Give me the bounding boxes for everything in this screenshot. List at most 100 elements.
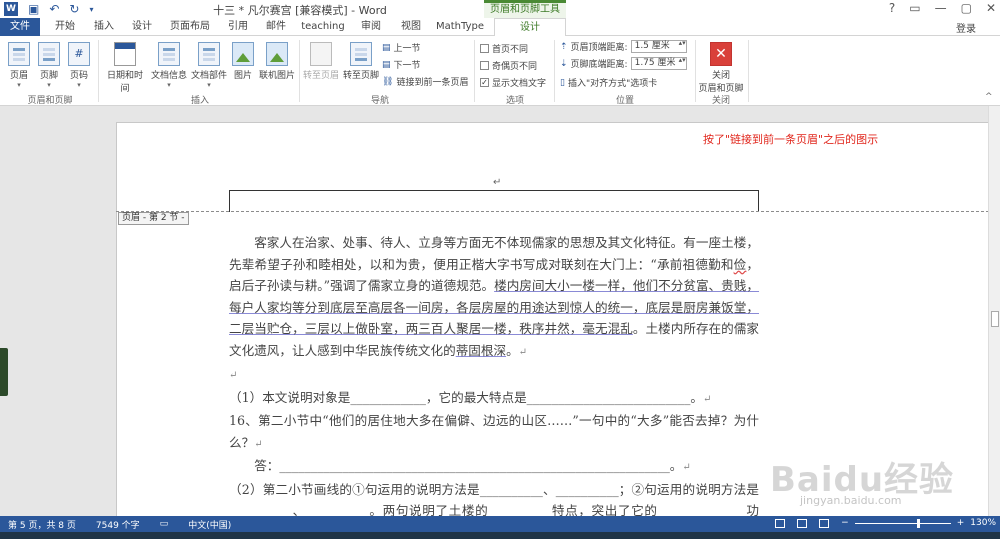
tab-mathtype[interactable]: MathType	[434, 18, 486, 36]
header-paragraph-mark: ↵	[493, 177, 502, 188]
vertical-scrollbar[interactable]	[988, 106, 1000, 516]
close-icon: ✕	[710, 42, 732, 66]
document-info-icon	[158, 42, 180, 66]
goto-footer-icon	[350, 42, 372, 66]
header-button[interactable]: 页眉 ▾	[6, 42, 32, 89]
word-count[interactable]: 7549 个字	[96, 518, 140, 531]
tab-references[interactable]: 引用	[222, 18, 254, 36]
tab-view[interactable]: 视图	[394, 18, 428, 36]
group-label-close: 关闭	[711, 96, 730, 106]
previous-section-button[interactable]: ▤ 上一节	[382, 41, 421, 55]
header-section-tag: 页眉 - 第 2 节 -	[118, 212, 189, 225]
document-body[interactable]: 客家人在治家、处事、待人、立身等方面无不体现儒家的思想及其文化特征。有一座土楼，…	[229, 232, 759, 539]
document-parts-icon	[198, 42, 220, 66]
chevron-down-icon: ▾	[17, 81, 21, 89]
zoom-slider[interactable]	[854, 518, 951, 528]
context-tab-group-title: 页眉和页脚工具	[484, 0, 566, 18]
goto-footer-button[interactable]: 转至页脚	[342, 42, 380, 81]
paragraph: 客家人在治家、处事、待人、立身等方面无不体现儒家的思想及其文化特征。有一座土楼，…	[229, 235, 760, 358]
login-link[interactable]: 登录	[956, 20, 976, 35]
next-section-button[interactable]: ▤ 下一节	[382, 58, 421, 72]
web-layout-icon[interactable]	[819, 518, 830, 528]
page-count[interactable]: 第 5 页，共 8 页	[8, 518, 76, 531]
group-separator	[98, 40, 99, 102]
collapse-ribbon-icon[interactable]: ^	[985, 92, 993, 102]
footer-icon	[38, 42, 60, 66]
date-time-button[interactable]: 日期和时间	[103, 42, 147, 94]
title-bar: W ▣ ↶ ↻ ▾ 十三 * 凡尔赛宫 [兼容模式] - Word 页眉和页脚工…	[0, 0, 1000, 18]
different-odd-even-checkbox[interactable]: 奇偶页不同	[480, 59, 537, 72]
footer-distance-icon: ⇣	[560, 58, 568, 69]
next-section-icon: ▤	[382, 59, 391, 70]
ribbon-display-icon[interactable]: ▭	[909, 1, 920, 15]
header-distance-icon: ⇡	[560, 41, 568, 52]
footer-button[interactable]: 页脚 ▾	[36, 42, 62, 89]
footer-bottom-distance-input[interactable]: 1.75 厘米	[630, 57, 687, 70]
show-document-text-checkbox[interactable]: ✓ 显示文档文字	[480, 76, 546, 89]
question-1: （1）本文说明对象是____________，它的最大特点是__________…	[229, 389, 712, 405]
language-indicator[interactable]: 中文(中国)	[188, 518, 231, 531]
proofing-icon[interactable]: ▭	[160, 519, 169, 529]
previous-section-icon: ▤	[382, 42, 391, 53]
help-icon[interactable]: ?	[889, 1, 895, 15]
insert-alignment-tab-button[interactable]: ▯ 插入"对齐方式"选项卡	[560, 76, 657, 90]
online-picture-button[interactable]: 联机图片	[258, 42, 296, 81]
annotation-text: 按了"链接到前一条页眉"之后的图示	[703, 133, 879, 146]
ribbon-tabs: 文件 开始 插入 设计 页面布局 引用 邮件 teaching 审阅 视图 Ma…	[0, 18, 1000, 37]
page-number-icon: #	[68, 42, 90, 66]
minimize-icon[interactable]: —	[935, 1, 947, 15]
tab-design[interactable]: 设计	[126, 18, 158, 36]
group-label-position: 位置	[615, 96, 634, 106]
zoom-in-icon[interactable]: +	[957, 518, 965, 528]
tab-insert[interactable]: 插入	[88, 18, 120, 36]
tab-header-footer-design[interactable]: 设计	[494, 18, 566, 37]
tab-review[interactable]: 审阅	[354, 18, 388, 36]
group-separator	[695, 40, 696, 102]
zoom-out-icon[interactable]: −	[841, 518, 849, 528]
goto-header-button[interactable]: 转至页眉	[302, 42, 340, 81]
tab-file[interactable]: 文件	[0, 18, 40, 36]
picture-icon	[232, 42, 254, 66]
link-to-previous-button[interactable]: ⛓ 链接到前一条页眉	[382, 75, 468, 89]
chevron-down-icon: ▾	[167, 81, 171, 89]
doc-parts-button[interactable]: 文档部件 ▾	[190, 42, 228, 89]
chevron-down-icon: ▾	[47, 81, 51, 89]
side-panel-handle[interactable]	[0, 348, 8, 396]
status-bar: 第 5 页，共 8 页 7549 个字 ▭ 中文(中国) − + 130%	[0, 516, 1000, 532]
page-number-button[interactable]: # 页码 ▾	[66, 42, 92, 89]
calendar-icon	[114, 42, 136, 66]
zoom-controls: − + 130%	[775, 518, 996, 528]
close-header-footer-button[interactable]: ✕ 关闭 页眉和页脚	[698, 42, 744, 94]
header-icon	[8, 42, 30, 66]
chevron-down-icon: ▾	[207, 81, 211, 89]
picture-button[interactable]: 图片	[232, 42, 254, 81]
group-separator	[554, 40, 555, 102]
group-label-insert: 插入	[190, 96, 209, 106]
close-window-icon[interactable]: ✕	[986, 1, 996, 15]
checkbox-checked: ✓	[480, 78, 489, 87]
online-picture-icon	[266, 42, 288, 66]
read-mode-icon[interactable]	[775, 518, 786, 528]
scrollbar-thumb[interactable]	[991, 311, 999, 327]
footer-bottom-distance: ⇣ 页脚底端距离: 1.75 厘米	[560, 57, 687, 70]
maximize-icon[interactable]: ▢	[961, 1, 972, 15]
tab-page-layout[interactable]: 页面布局	[164, 18, 216, 36]
checkbox-unchecked	[480, 61, 489, 70]
tab-mailings[interactable]: 邮件	[260, 18, 292, 36]
tab-teaching[interactable]: teaching	[298, 18, 348, 36]
header-border-line	[229, 190, 759, 212]
print-layout-icon[interactable]	[797, 518, 808, 528]
chevron-down-icon: ▾	[77, 81, 81, 89]
window-controls: ? ▭ — ▢ ✕	[889, 1, 996, 15]
zoom-level[interactable]: 130%	[970, 518, 996, 528]
taskbar	[0, 532, 1000, 539]
header-boundary	[116, 211, 999, 212]
header-top-distance-input[interactable]: 1.5 厘米	[630, 40, 687, 53]
watermark-url: jingyan.baidu.com	[800, 494, 902, 507]
link-icon: ⛓	[382, 76, 394, 87]
doc-info-button[interactable]: 文档信息 ▾	[150, 42, 188, 89]
group-separator	[748, 40, 749, 102]
different-first-page-checkbox[interactable]: 首页不同	[480, 42, 528, 55]
answer-line: 答：______________________________________…	[254, 458, 691, 473]
tab-home[interactable]: 开始	[48, 18, 82, 36]
